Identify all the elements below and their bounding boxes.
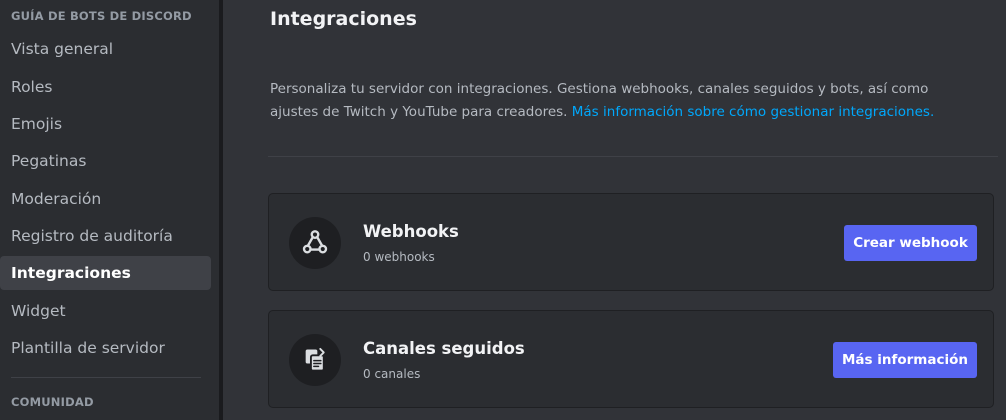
page-title: Integraciones <box>270 8 417 30</box>
sidebar-item-roles[interactable]: Roles <box>0 70 211 104</box>
sidebar-item-emojis[interactable]: Emojis <box>0 107 211 141</box>
sidebar-item-widget[interactable]: Widget <box>0 294 211 328</box>
sidebar-item-integrations[interactable]: Integraciones <box>0 256 211 290</box>
page-description: Personaliza tu servidor con integracione… <box>270 78 970 124</box>
webhooks-title: Webhooks <box>363 222 459 241</box>
followed-channels-title: Canales seguidos <box>363 339 525 358</box>
learn-more-link[interactable]: Más información sobre cómo gestionar int… <box>572 104 934 120</box>
sidebar-item-moderation[interactable]: Moderación <box>0 182 211 216</box>
followed-channels-card[interactable]: Canales seguidos 0 canales Más informaci… <box>268 310 994 408</box>
webhooks-count: 0 webhooks <box>363 250 435 264</box>
server-settings-window: GUÍA DE BOTS DE DISCORD Vista general Ro… <box>0 0 1006 420</box>
sidebar-item-stickers[interactable]: Pegatinas <box>0 144 211 178</box>
webhook-icon <box>289 217 341 269</box>
sidebar-scrollbar[interactable] <box>219 0 223 420</box>
sidebar-divider <box>11 377 201 378</box>
sidebar-item-overview[interactable]: Vista general <box>0 32 211 66</box>
create-webhook-button[interactable]: Crear webhook <box>844 225 977 261</box>
sidebar-item-server-template[interactable]: Plantilla de servidor <box>0 331 211 365</box>
sidebar-heading-community: COMUNIDAD <box>11 395 94 409</box>
followed-channels-count: 0 canales <box>363 367 421 381</box>
sidebar-item-audit-log[interactable]: Registro de auditoría <box>0 219 211 253</box>
section-divider <box>268 156 998 157</box>
webhooks-card[interactable]: Webhooks 0 webhooks Crear webhook <box>268 193 994 291</box>
followed-channel-icon <box>289 334 341 386</box>
learn-more-button[interactable]: Más información <box>833 342 977 378</box>
sidebar-heading-server: GUÍA DE BOTS DE DISCORD <box>11 9 192 23</box>
settings-sidebar: GUÍA DE BOTS DE DISCORD Vista general Ro… <box>0 0 219 420</box>
